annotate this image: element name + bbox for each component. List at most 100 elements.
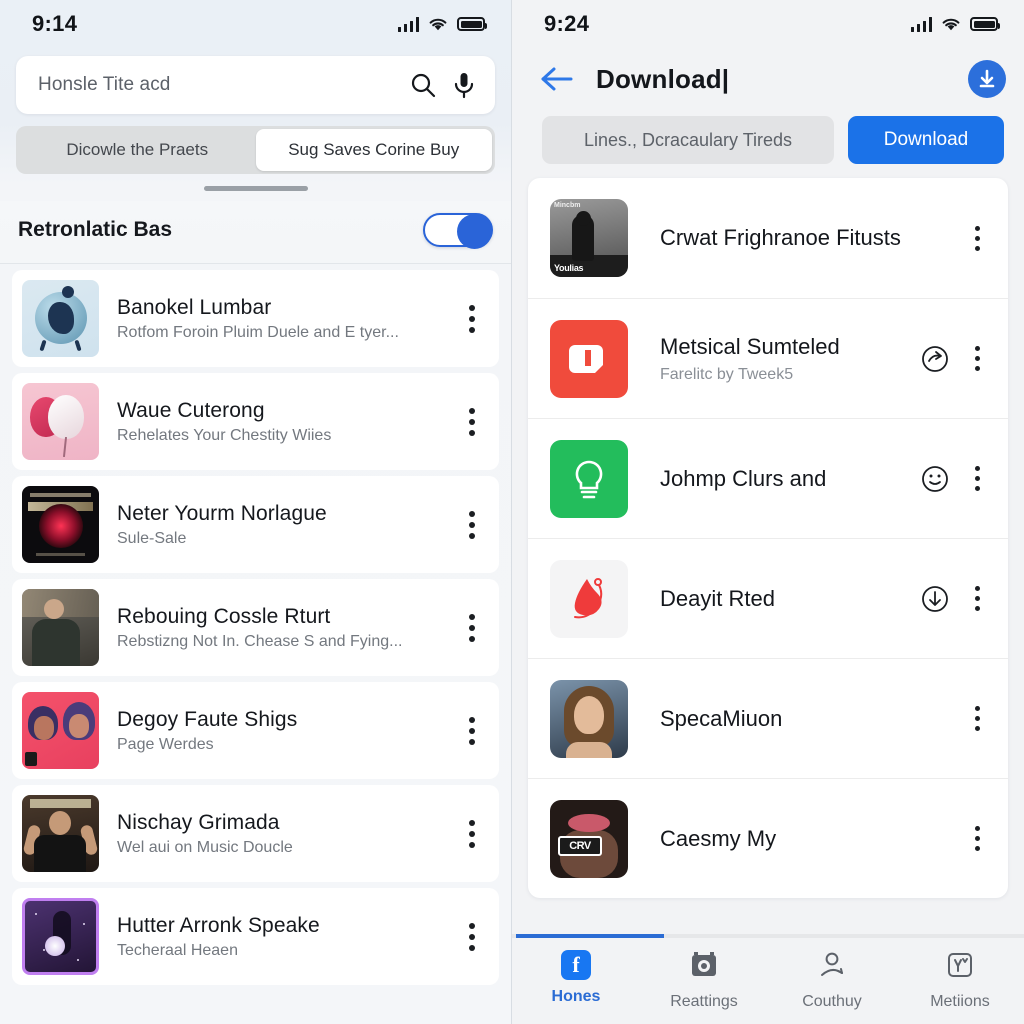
download-list-item[interactable]: Metsical Sumteled Farelitc by Tweek5 [528, 298, 1008, 418]
tab-label: Couthuy [802, 993, 862, 1010]
list-item-text: Rebouing Cossle Rturt Rebstizng Not In. … [99, 605, 455, 651]
segment-tab-1[interactable]: Sug Saves Corine Buy [255, 129, 492, 171]
more-options-icon[interactable] [455, 407, 489, 436]
download-item-title: Caesmy My [660, 825, 777, 851]
more-options-icon[interactable] [964, 466, 990, 491]
left-status-bar: 9:14 [0, 0, 511, 48]
dual-screenshot-container: 9:14 Honsle Tite acd Dicowle the Praets … [0, 0, 1024, 1024]
more-options-icon[interactable] [455, 304, 489, 333]
download-item-text: Deayit Rted [628, 586, 920, 612]
tab-metiions[interactable]: Metiions [896, 950, 1024, 1011]
download-actions: Lines., Dcracaulary Tireds Download [512, 108, 1024, 178]
list-item[interactable]: Neter Yourm Norlague Sule-Sale [12, 476, 499, 573]
pink-balloons-icon [22, 383, 99, 460]
download-circle-icon[interactable] [968, 60, 1006, 98]
share-circle-icon[interactable] [920, 344, 950, 374]
more-options-icon[interactable] [455, 819, 489, 848]
list-item[interactable]: Banokel Lumbar Rotfom Foroin Pluim Duele… [12, 270, 499, 367]
url-input[interactable]: Lines., Dcracaulary Tireds [542, 116, 834, 164]
download-button[interactable]: Download [848, 116, 1004, 164]
download-item-title: Deayit Rted [660, 585, 775, 611]
segmented-control[interactable]: Dicowle the Praets Sug Saves Corine Buy [16, 126, 495, 174]
list-item-title: Neter Yourm Norlague [117, 501, 327, 525]
list-item[interactable]: Hutter Arronk Speake Techeraal Heaen [12, 888, 499, 985]
drag-handle[interactable] [203, 186, 308, 191]
list-item-subtitle: Rehelates Your Chestity Wiies [117, 426, 332, 444]
microphone-icon[interactable] [451, 71, 477, 99]
green-bulb-icon [550, 439, 628, 518]
search-bar[interactable]: Honsle Tite acd [16, 56, 495, 114]
tab-reattings[interactable]: Reattings [640, 950, 768, 1011]
left-item-list: Banokel Lumbar Rotfom Foroin Pluim Duele… [0, 264, 511, 1024]
list-item-title: Hutter Arronk Speake [117, 913, 320, 937]
more-options-icon[interactable] [964, 346, 990, 371]
search-icon[interactable] [409, 71, 437, 99]
list-item-subtitle: Wel aui on Music Doucle [117, 838, 293, 856]
purple-cosmic-icon [22, 898, 99, 975]
wifi-icon [429, 18, 447, 30]
youtube-grayscale-icon: Mincbm Youlias [550, 199, 628, 277]
dark-album-cover-icon [22, 486, 99, 563]
more-options-icon[interactable] [455, 510, 489, 539]
list-item-subtitle: Page Werdes [117, 735, 214, 753]
list-item-text: Banokel Lumbar Rotfom Foroin Pluim Duele… [99, 296, 455, 342]
person-icon [817, 950, 847, 985]
smile-circle-icon[interactable] [920, 464, 950, 494]
more-options-icon[interactable] [964, 586, 990, 611]
more-options-icon[interactable] [455, 716, 489, 745]
list-item-text: Neter Yourm Norlague Sule-Sale [99, 502, 455, 548]
download-circle-icon[interactable] [920, 584, 950, 614]
list-item[interactable]: Degoy Faute Shigs Page Werdes [12, 682, 499, 779]
download-item-title: Johmp Clurs and [660, 465, 827, 491]
download-item-title: Metsical Sumteled [660, 333, 840, 359]
download-item-title: Crwat Frighranoe Fitusts [660, 225, 901, 250]
search-input[interactable]: Honsle Tite acd [38, 74, 395, 96]
page-title: Download| [596, 63, 730, 94]
status-time: 9:14 [32, 11, 78, 36]
download-item-subtitle: Farelitc by Tweek5 [660, 365, 794, 383]
download-list-card: Mincbm Youlias Crwat Frighranoe Fitusts M… [528, 178, 1008, 898]
toggle-knob [457, 214, 492, 249]
tab-label: Reattings [670, 993, 738, 1010]
more-options-icon[interactable] [964, 225, 990, 251]
download-item-title: SpecaMiuon [660, 705, 783, 731]
download-list-item[interactable]: CRV Caesmy My [528, 778, 1008, 898]
list-item-text: Hutter Arronk Speake Techeraal Heaen [99, 914, 455, 960]
pink-portrait-icon [22, 692, 99, 769]
section-toggle-switch[interactable] [423, 213, 493, 249]
tab-couthuy[interactable]: Couthuy [768, 950, 896, 1011]
segment-tab-0[interactable]: Dicowle the Praets [19, 129, 256, 171]
more-options-icon[interactable] [455, 613, 489, 642]
tab-hones[interactable]: f Hones [512, 950, 640, 1006]
cellular-signal-icon [910, 16, 932, 32]
download-list-item[interactable]: Mincbm Youlias Crwat Frighranoe Fitusts [528, 178, 1008, 298]
red-outline-icon [550, 559, 628, 638]
list-item-title: Degoy Faute Shigs [117, 707, 298, 731]
list-item-text: Waue Cuterong Rehelates Your Chestity Wi… [99, 399, 455, 445]
more-options-icon[interactable] [964, 706, 990, 731]
list-item-subtitle: Techeraal Heaen [117, 941, 238, 959]
lips-photo-icon: CRV [550, 799, 628, 878]
more-options-icon[interactable] [964, 826, 990, 851]
status-time: 9:24 [544, 11, 590, 36]
list-item[interactable]: Rebouing Cossle Rturt Rebstizng Not In. … [12, 579, 499, 676]
list-item[interactable]: Nischay Grimada Wel aui on Music Doucle [12, 785, 499, 882]
download-list-item[interactable]: Johmp Clurs and [528, 418, 1008, 538]
list-item-title: Waue Cuterong [117, 398, 265, 422]
back-arrow-icon[interactable] [540, 66, 576, 92]
man-black-shirt-icon [22, 795, 99, 872]
download-item-text: Johmp Clurs and [628, 466, 920, 492]
red-app-icon [550, 319, 628, 398]
more-options-icon[interactable] [455, 922, 489, 951]
segmented-control-section: Dicowle the Praets Sug Saves Corine Buy [0, 114, 511, 174]
download-list-item[interactable]: SpecaMiuon [528, 658, 1008, 778]
right-status-bar: 9:24 [512, 0, 1024, 48]
download-list-item[interactable]: Deayit Rted [528, 538, 1008, 658]
globe-alarm-clock-icon [22, 280, 99, 357]
camera-icon [689, 950, 719, 985]
download-item-text: Crwat Frighranoe Fitusts [628, 225, 964, 251]
status-icons [910, 16, 1000, 32]
cellular-signal-icon [397, 16, 419, 32]
list-item[interactable]: Waue Cuterong Rehelates Your Chestity Wi… [12, 373, 499, 470]
